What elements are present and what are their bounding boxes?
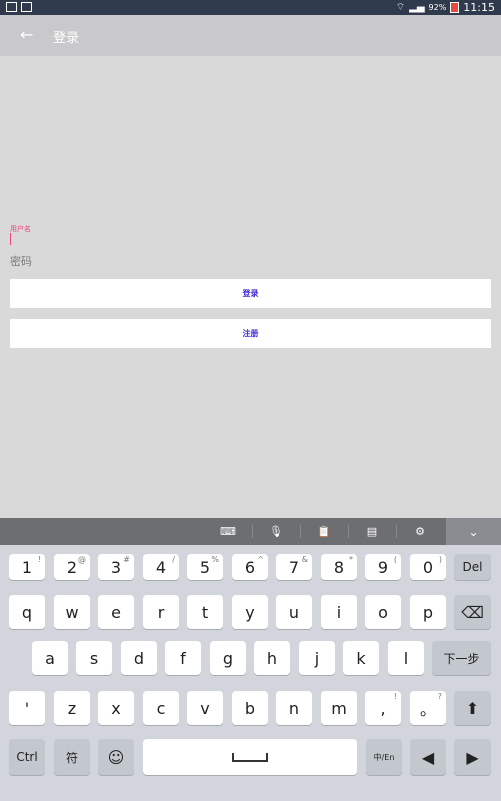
status-bar: ⌔ ▂▄ 92% 11:15 [0,0,501,15]
key-6[interactable]: 6 ^ [232,554,268,580]
mic-icon[interactable]: 🎙 [258,518,294,545]
key-y[interactable]: y [232,595,268,629]
key-e[interactable]: e [98,595,134,629]
delete-key[interactable]: Del [454,554,491,580]
key-3[interactable]: 3 # [98,554,134,580]
key-t[interactable]: t [187,595,223,629]
back-arrow-icon[interactable]: ← [20,25,33,44]
key-x[interactable]: x [98,691,134,725]
key-i[interactable]: i [321,595,357,629]
next-button[interactable]: 下一步 [432,641,491,675]
key-j[interactable]: j [299,641,335,675]
keyboard: 1! 2 @ 3 # 4/ 5% 6 ^ 7 & 8 * 9( 0) Del q w e … [0,545,501,801]
app-bar: ← 登录 [0,15,501,56]
key-1[interactable]: 1! [9,554,45,580]
key-r[interactable]: r [143,595,179,629]
key-0[interactable]: 0) [410,554,446,580]
key-f[interactable]: f [165,641,201,675]
page-title: 登录 [53,31,80,46]
key-g[interactable]: g [210,641,246,675]
battery-icon [450,2,460,13]
key-z[interactable]: z [54,691,90,725]
key-b[interactable]: b [232,691,268,725]
space-bar[interactable] [143,739,357,775]
cursor-left-icon[interactable]: ◀ [410,739,446,775]
chevron-down-icon[interactable]: ⌄ [446,518,501,545]
key-4[interactable]: 4/ [143,554,179,580]
key-7[interactable]: 7 & [276,554,312,580]
key-s[interactable]: s [76,641,112,675]
key-d[interactable]: d [121,641,157,675]
key-9[interactable]: 9( [365,554,401,580]
username-label: 用户名 [10,225,31,233]
key-v[interactable]: v [187,691,223,725]
key-5[interactable]: 5% [187,554,223,580]
key-w[interactable]: w [54,595,90,629]
key-8[interactable]: 8 * [321,554,357,580]
cursor-right-icon[interactable]: ▶ [454,739,491,775]
key-q[interactable]: q [9,595,45,629]
register-button[interactable]: 注册 [10,319,491,348]
key-o[interactable]: o [365,595,401,629]
clipboard-icon[interactable]: 📋 [306,518,342,545]
key-a[interactable]: a [32,641,68,675]
username-input[interactable] [10,233,11,245]
key-2[interactable]: 2 @ [54,554,90,580]
backspace-icon[interactable]: ⌫ [454,595,491,629]
battery-percent: 92% [428,3,447,12]
gear-icon[interactable]: ⚙ [402,518,438,545]
key-comma[interactable]: ,! [365,691,401,725]
keyboard-icon[interactable]: ⌨ [210,518,246,545]
key-m[interactable]: m [321,691,357,725]
clock: 11:15 [463,1,495,14]
keyboard-layout-icon[interactable]: ▤ [354,518,390,545]
key-apostrophe[interactable]: ' [9,691,45,725]
ctrl-key[interactable]: Ctrl [9,739,45,775]
key-h[interactable]: h [254,641,290,675]
key-l[interactable]: l [388,641,424,675]
signal-icon: ▂▄ [409,2,425,13]
shift-arrow-up-icon[interactable]: ⬆ [454,691,491,725]
image-notification-icon [6,2,17,12]
key-period[interactable]: 。? [410,691,446,725]
space-icon [232,752,268,762]
keyboard-toolbar: ⌨ 🎙 📋 ▤ ⚙ ⌄ [0,518,501,545]
wifi-icon: ⌔ [395,2,406,13]
s-notification-icon [21,2,32,12]
symbols-key[interactable]: 符 [54,739,90,775]
key-c[interactable]: c [143,691,179,725]
emoji-icon[interactable]: ☺ [98,739,134,775]
key-p[interactable]: p [410,595,446,629]
login-button[interactable]: 登录 [10,279,491,308]
password-input[interactable]: 密码 [10,253,32,269]
key-n[interactable]: n [276,691,312,725]
language-toggle-key[interactable]: 中/En [366,739,402,775]
key-k[interactable]: k [343,641,379,675]
key-u[interactable]: u [276,595,312,629]
